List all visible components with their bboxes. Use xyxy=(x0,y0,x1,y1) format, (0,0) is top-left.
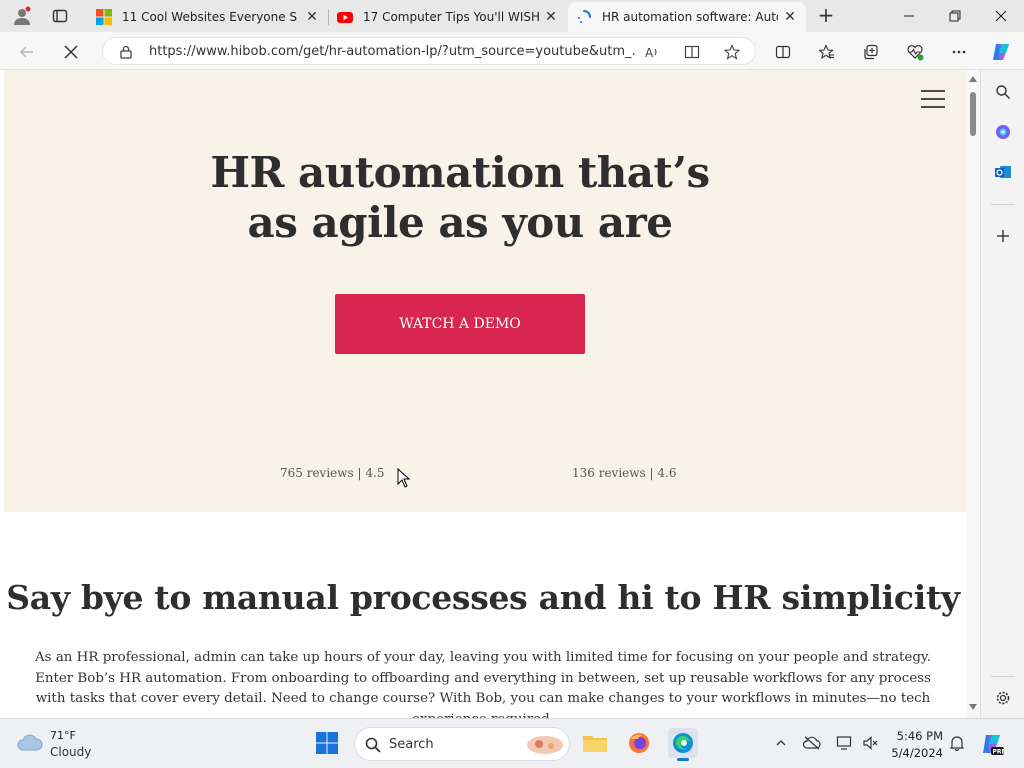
page-scrollbar[interactable] xyxy=(966,70,980,718)
tab-computer-tips[interactable]: 17 Computer Tips You'll WISH Yo ✕ xyxy=(329,2,567,32)
search-highlight-icon xyxy=(525,734,565,760)
watch-demo-button[interactable]: WATCH A DEMO xyxy=(335,294,585,354)
close-tab-icon[interactable]: ✕ xyxy=(782,9,798,25)
hero-title-line-1: HR automation that’s xyxy=(210,148,710,197)
section-title: Say bye to manual processes and hi to HR… xyxy=(6,578,960,617)
read-aloud-icon[interactable]: A xyxy=(643,43,661,61)
sidebar-copilot-icon[interactable] xyxy=(991,120,1015,144)
sidebar-add-icon[interactable] xyxy=(991,224,1015,248)
tab-cool-websites[interactable]: 11 Cool Websites Everyone Shou ✕ xyxy=(88,2,328,32)
hamburger-menu-icon[interactable] xyxy=(921,90,945,108)
edge-sidebar xyxy=(980,70,1024,718)
active-app-indicator xyxy=(677,758,689,761)
youtube-icon xyxy=(337,9,353,25)
close-tab-icon[interactable]: ✕ xyxy=(543,9,559,25)
web-page: HR automation that’s as agile as you are… xyxy=(0,70,966,718)
taskbar-search[interactable]: Search xyxy=(354,727,570,761)
search-placeholder: Search xyxy=(389,737,434,752)
loading-icon xyxy=(576,9,592,25)
file-explorer-icon[interactable] xyxy=(580,728,610,758)
close-window-button[interactable] xyxy=(978,0,1024,32)
section-body: As an HR professional, admin can take up… xyxy=(35,650,931,718)
favorite-star-icon[interactable] xyxy=(723,43,741,61)
review-rating-left: 765 reviews | 4.5 xyxy=(280,466,385,480)
tab-hr-automation[interactable]: HR automation software: Autom ✕ xyxy=(568,2,806,32)
more-options-icon[interactable] xyxy=(946,39,972,65)
windows-taskbar: 71°F Cloudy Search 5:46 PM 5/4/2024 PRE xyxy=(0,718,1024,768)
start-button[interactable] xyxy=(312,728,342,758)
minimize-button[interactable] xyxy=(886,0,932,32)
sidebar-divider xyxy=(991,676,1015,677)
notification-bell-icon[interactable] xyxy=(948,734,966,752)
scrollbar-thumb[interactable] xyxy=(970,92,976,136)
hero-section: HR automation that’s as agile as you are… xyxy=(4,70,966,512)
onedrive-offline-icon[interactable] xyxy=(803,734,821,752)
profile-icon[interactable] xyxy=(8,4,36,28)
tab-label: 17 Computer Tips You'll WISH Yo xyxy=(363,10,539,24)
scroll-down-icon[interactable] xyxy=(969,704,977,710)
svg-text:PRE: PRE xyxy=(993,749,1005,756)
url-text[interactable]: https://www.hibob.com/get/hr-automation-… xyxy=(149,44,635,59)
review-rating-right: 136 reviews | 4.6 xyxy=(572,466,677,480)
tab-label: 11 Cool Websites Everyone Shou xyxy=(122,10,298,24)
copilot-preview-icon[interactable]: PRE xyxy=(980,732,1004,756)
new-tab-button[interactable]: + xyxy=(814,4,838,28)
microsoft-icon xyxy=(96,9,112,25)
hero-title-line-2: as agile as you are xyxy=(247,198,673,247)
screen: 11 Cool Websites Everyone Shou ✕ 17 Comp… xyxy=(0,0,1024,768)
tab-actions-icon[interactable] xyxy=(46,4,74,28)
close-tab-icon[interactable]: ✕ xyxy=(304,9,320,25)
firefox-icon[interactable] xyxy=(624,728,654,758)
address-bar[interactable]: https://www.hibob.com/get/hr-automation-… xyxy=(102,37,756,65)
cloudy-weather-icon[interactable] xyxy=(16,731,44,757)
network-display-icon[interactable] xyxy=(835,734,853,752)
clock-date[interactable]: 5/4/2024 xyxy=(890,746,943,760)
copilot-icon[interactable] xyxy=(988,39,1014,65)
immersive-reader-icon[interactable] xyxy=(683,43,701,61)
edge-taskbar-icon[interactable] xyxy=(668,728,698,761)
chevron-up-icon[interactable] xyxy=(772,734,790,752)
collections-icon[interactable] xyxy=(858,39,884,65)
stop-loading-button[interactable] xyxy=(58,39,84,65)
svg-text:A: A xyxy=(645,46,654,60)
sidebar-divider xyxy=(991,204,1015,205)
search-icon xyxy=(365,737,381,757)
back-button[interactable] xyxy=(14,39,40,65)
sidebar-search-icon[interactable] xyxy=(991,80,1015,104)
restore-button[interactable] xyxy=(932,0,978,32)
weather-description[interactable]: Cloudy xyxy=(50,745,91,759)
volume-muted-icon[interactable] xyxy=(861,734,879,752)
navigation-bar: https://www.hibob.com/get/hr-automation-… xyxy=(0,32,1024,70)
browser-essentials-icon[interactable] xyxy=(902,39,928,65)
lock-icon[interactable] xyxy=(117,43,135,61)
scroll-up-icon[interactable] xyxy=(969,76,977,82)
weather-temperature[interactable]: 71°F xyxy=(50,729,76,742)
clock-time[interactable]: 5:46 PM xyxy=(893,729,943,743)
mouse-cursor-icon xyxy=(397,467,411,492)
tab-label: HR automation software: Autom xyxy=(602,10,778,24)
hero-title: HR automation that’s as agile as you are xyxy=(4,148,916,248)
tab-strip: 11 Cool Websites Everyone Shou ✕ 17 Comp… xyxy=(0,0,1024,32)
favorites-icon[interactable] xyxy=(814,39,840,65)
sidebar-settings-icon[interactable] xyxy=(991,686,1015,710)
split-screen-icon[interactable] xyxy=(770,39,796,65)
sidebar-outlook-icon[interactable] xyxy=(991,160,1015,184)
